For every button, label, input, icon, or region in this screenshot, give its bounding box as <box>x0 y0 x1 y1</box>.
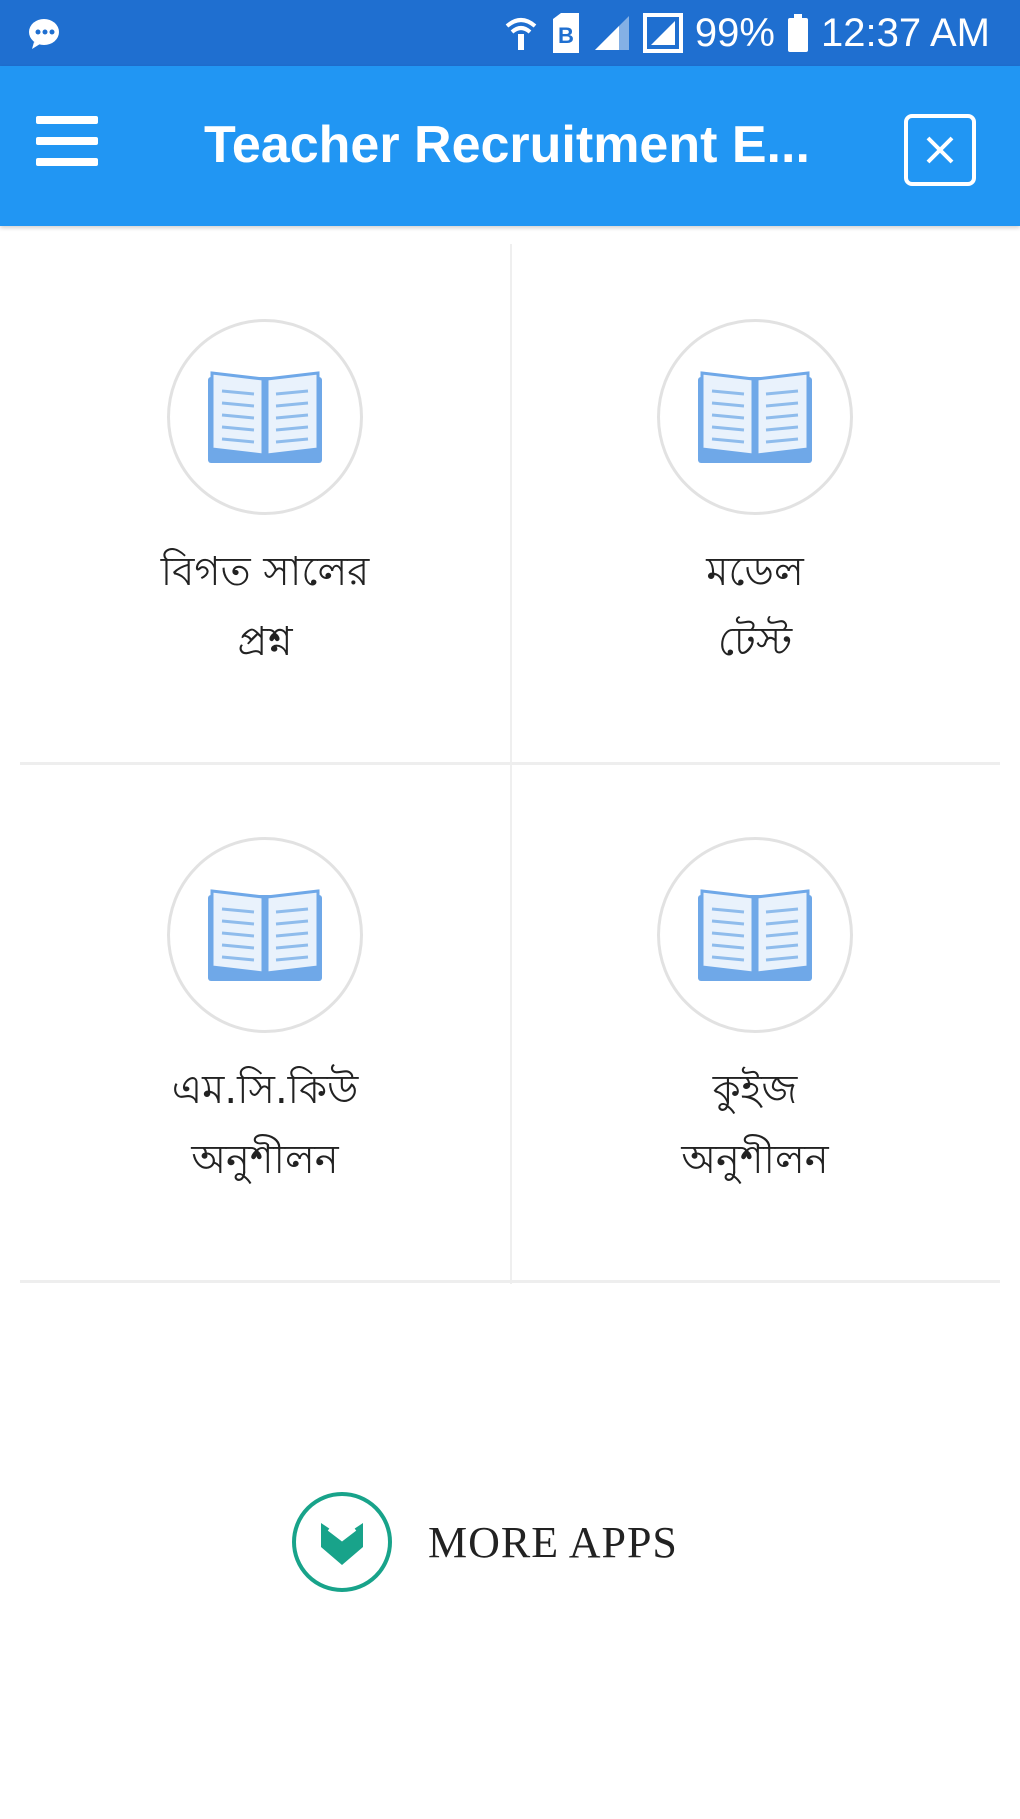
battery-icon <box>787 14 809 52</box>
tile-label: মডেল টেস্ট <box>605 537 905 677</box>
tile-label: এম.সি.কিউ অনুশীলন <box>115 1055 415 1195</box>
more-apps-label: MORE APPS <box>428 1517 678 1567</box>
close-box-icon[interactable] <box>904 114 976 186</box>
app-title: Teacher Recruitment E... <box>204 116 810 174</box>
tile-model-test[interactable]: মডেল টেস্ট <box>510 244 1000 762</box>
app-bar: Teacher Recruitment E... <box>0 66 1020 226</box>
signal-icon <box>593 14 631 52</box>
more-apps-logo-icon <box>292 1492 392 1592</box>
hamburger-icon[interactable] <box>36 116 98 166</box>
tile-label-line1: বিগত সালের <box>160 549 370 595</box>
tile-label-line2: টেস্ট <box>717 619 793 665</box>
tile-label-line1: কুইজ <box>712 1067 798 1113</box>
book-icon <box>208 889 322 981</box>
tile-label-line2: অনুশীলন <box>191 1137 339 1183</box>
notification-icon <box>26 15 66 51</box>
tile-label-line1: এম.সি.কিউ <box>171 1067 359 1113</box>
tile-quiz-practice[interactable]: কুইজ অনুশীলন <box>510 762 1000 1280</box>
status-time: 12:37 AM <box>820 10 990 55</box>
tile-icon-circle <box>167 319 363 515</box>
book-icon <box>208 371 322 463</box>
menu-grid: বিগত সালের প্রশ্ন মডেল টেস্ট এম.সি.কিউ অ… <box>20 244 1000 1284</box>
book-icon <box>698 371 812 463</box>
tile-label-line2: অনুশীলন <box>681 1137 829 1183</box>
tile-icon-circle <box>167 837 363 1033</box>
tile-previous-year-questions[interactable]: বিগত সালের প্রশ্ন <box>20 244 510 762</box>
more-apps-button[interactable]: MORE APPS <box>292 1488 742 1596</box>
tile-label: বিগত সালের প্রশ্ন <box>115 537 415 677</box>
tile-label-line1: মডেল <box>706 549 804 595</box>
grid-divider-horizontal <box>20 1280 1000 1283</box>
tile-icon-circle <box>657 319 853 515</box>
battery-percentage: 99% <box>694 10 775 55</box>
svg-text:B: B <box>558 23 574 48</box>
tile-label: কুইজ অনুশীলন <box>605 1055 905 1195</box>
status-bar: B 99% 12:37 AM <box>0 0 1020 66</box>
tile-label-line2: প্রশ্ন <box>237 619 293 665</box>
tile-icon-circle <box>657 837 853 1033</box>
tile-mcq-practice[interactable]: এম.সি.কিউ অনুশীলন <box>20 762 510 1280</box>
sim-icon: B <box>551 13 581 53</box>
wifi-icon <box>503 14 539 52</box>
book-icon <box>698 889 812 981</box>
data-icon <box>642 13 683 53</box>
